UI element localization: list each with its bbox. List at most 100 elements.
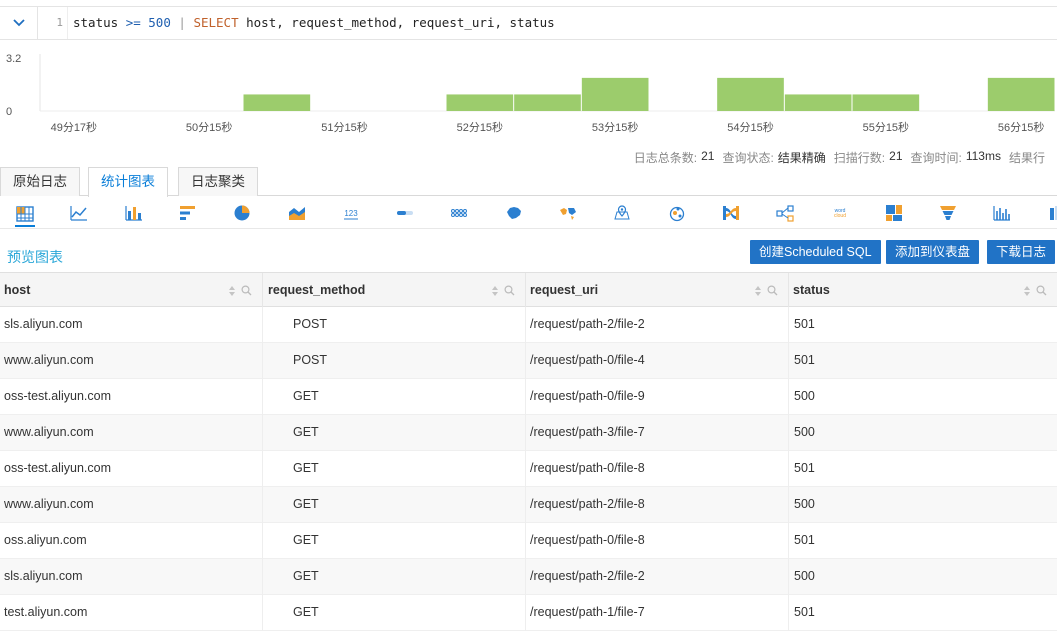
column-header-request-uri[interactable]: request_uri [526, 273, 789, 307]
sort-icon[interactable] [754, 285, 762, 297]
cell-host: www.aliyun.com [0, 343, 263, 379]
query-token: 500 [148, 15, 171, 30]
column-header-status[interactable]: status [789, 273, 1057, 307]
histogram-bar[interactable] [987, 77, 1055, 111]
collapse-toggle-button[interactable] [0, 7, 38, 39]
chart-type-button[interactable] [69, 203, 89, 223]
cell-host: www.aliyun.com [0, 415, 263, 451]
chart-type-button[interactable] [667, 203, 687, 223]
query-editor[interactable]: 1 status >= 500 | SELECT host, request_m… [0, 6, 1057, 40]
table-icon [16, 206, 34, 222]
download-logs-button[interactable]: 下载日志 [987, 240, 1056, 264]
stat-label: 结果行 [1008, 151, 1045, 165]
table-row[interactable]: oss.aliyun.com GET/request/path-0/file-8 5… [0, 523, 1057, 559]
create-scheduled-sql-button[interactable]: 创建Scheduled SQL [750, 240, 881, 264]
tab-log-clustering[interactable]: 日志聚类 [178, 167, 258, 196]
x-tick-label: 51分15秒 [321, 120, 367, 134]
stat-label: 日志总条数: [633, 151, 698, 165]
cell-request-method: GET [263, 415, 526, 451]
chart-type-button[interactable]: 123 [341, 203, 361, 223]
stat-label: 查询时间: [910, 151, 962, 165]
chevron-down-icon [12, 19, 25, 27]
chart-type-button[interactable] [992, 203, 1012, 223]
cell-host: oss.aliyun.com [0, 523, 263, 559]
column-compare-icon [1049, 206, 1057, 220]
cell-request-uri: /request/path-2/file-2 [526, 307, 789, 343]
tab-raw-logs[interactable]: 原始日志 [0, 167, 80, 196]
histogram-bar[interactable] [446, 94, 514, 111]
results-table: host request_method request_uri status s… [0, 272, 1057, 631]
table-row[interactable]: www.aliyun.com GET/request/path-3/file-7 5… [0, 415, 1057, 451]
chart-type-button[interactable] [1047, 203, 1057, 223]
stat-value: 113ms [965, 149, 1001, 163]
stat-label: 查询状态: [722, 151, 774, 165]
histogram-bar[interactable] [243, 94, 311, 111]
stat-value: 21 [701, 149, 715, 163]
chart-type-button[interactable] [124, 203, 144, 223]
column-header-host[interactable]: host [0, 273, 263, 307]
search-icon[interactable] [767, 285, 778, 296]
chart-type-button[interactable] [504, 203, 524, 223]
chart-type-button[interactable] [232, 203, 252, 223]
cell-host: sls.aliyun.com [0, 559, 263, 595]
histogram-bar[interactable] [784, 94, 852, 111]
cell-request-uri: /request/path-0/file-8 [526, 451, 789, 487]
cell-host: oss-test.aliyun.com [0, 451, 263, 487]
histogram-chart[interactable]: 3.2 0 49分17秒 50分15秒 51分15秒 52分15秒 53分15秒 54分15秒… [0, 44, 1057, 140]
query-text[interactable]: status >= 500 | SELECT host, request_met… [73, 7, 555, 39]
sort-icon[interactable] [491, 285, 499, 297]
query-token: | [178, 15, 186, 30]
china-map-icon [506, 207, 521, 219]
chart-type-button[interactable] [721, 203, 741, 223]
table-row[interactable]: www.aliyun.com POST/request/path-0/file-4… [0, 343, 1057, 379]
chart-type-button[interactable] [395, 203, 415, 223]
chart-type-toolbar: 123 word cloud [0, 197, 1057, 229]
preview-chart-link[interactable]: 预览图表 [7, 247, 63, 267]
query-token [118, 15, 126, 30]
chart-type-button[interactable] [287, 203, 307, 223]
histogram-bar[interactable] [717, 77, 784, 111]
tab-statistics-chart[interactable]: 统计图表 [88, 167, 168, 197]
chart-type-button[interactable] [15, 203, 35, 227]
chart-type-button[interactable] [612, 203, 632, 223]
result-tabs: 原始日志 统计图表 日志聚类 [0, 167, 1057, 197]
world-map-icon [560, 208, 576, 220]
chart-type-button[interactable]: word cloud [830, 203, 850, 223]
add-to-dashboard-button[interactable]: 添加到仪表盘 [886, 240, 980, 264]
chart-type-button[interactable] [449, 203, 469, 223]
table-body: sls.aliyun.com POST/request/path-2/file-2… [0, 307, 1057, 631]
chart-type-button[interactable] [775, 203, 795, 223]
table-row[interactable]: sls.aliyun.com GET/request/path-2/file-2 5… [0, 559, 1057, 595]
area-chart-icon [288, 207, 305, 220]
table-row[interactable]: sls.aliyun.com POST/request/path-2/file-2… [0, 307, 1057, 343]
chart-type-button[interactable] [558, 203, 578, 223]
histogram-bar[interactable] [514, 94, 581, 111]
sankey-icon [722, 206, 739, 220]
cell-request-uri: /request/path-0/file-4 [526, 343, 789, 379]
cell-request-method: POST [263, 307, 526, 343]
sort-icon[interactable] [228, 285, 236, 297]
histogram-bar[interactable] [581, 77, 649, 111]
sort-icon[interactable] [1023, 285, 1031, 297]
column-header-request-method[interactable]: request_method [263, 273, 526, 307]
chart-type-button[interactable] [178, 203, 198, 223]
table-row[interactable]: www.aliyun.com GET/request/path-2/file-8 5… [0, 487, 1057, 523]
cell-host: www.aliyun.com [0, 487, 263, 523]
y-tick-label: 0 [6, 106, 12, 118]
x-tick-label: 49分17秒 [51, 120, 97, 134]
histogram-bar[interactable] [852, 94, 920, 111]
funnel-icon [940, 206, 957, 220]
stat-value: 21 [889, 149, 903, 163]
log-histogram[interactable]: 3.2 0 49分17秒 50分15秒 51分15秒 52分15秒 53分15秒 54分15秒… [0, 44, 1057, 140]
search-icon[interactable] [1036, 285, 1047, 296]
chart-type-button[interactable] [884, 203, 904, 223]
column-header-label: request_uri [530, 283, 599, 297]
cell-request-uri: /request/path-1/file-7 [526, 595, 789, 631]
cell-status: 501 [794, 353, 815, 367]
search-icon[interactable] [504, 285, 515, 296]
table-row[interactable]: test.aliyun.com GET/request/path-1/file-7… [0, 595, 1057, 631]
search-icon[interactable] [241, 285, 252, 296]
table-row[interactable]: oss-test.aliyun.com GET/request/path-0/fi… [0, 451, 1057, 487]
table-row[interactable]: oss-test.aliyun.com GET/request/path-0/fi… [0, 379, 1057, 415]
chart-type-button[interactable] [938, 203, 958, 223]
